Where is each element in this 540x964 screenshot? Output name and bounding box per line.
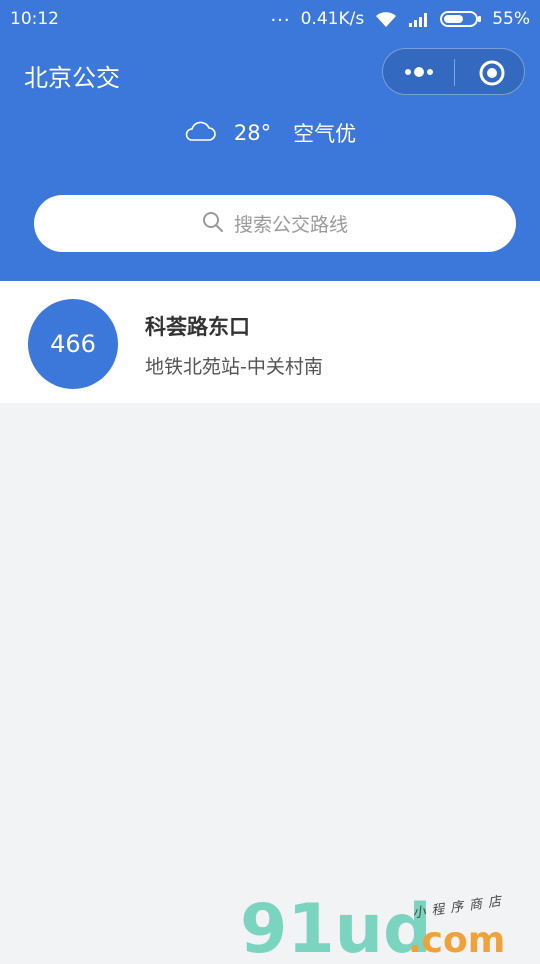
header: 10:12 ... 0.41K/s 55% 北京公交 28° 空气优 搜索公交路… [0,0,540,281]
network-speed: 0.41K/s [300,9,365,29]
search-placeholder: 搜索公交路线 [233,214,348,236]
status-bar: 10:12 ... 0.41K/s 55% [0,0,540,38]
battery-icon [440,10,482,28]
battery-level: 55% [492,9,530,29]
svg-text:.com: .com [408,920,505,960]
capsule-divider [454,59,455,86]
page-title: 北京公交 [24,64,120,92]
signal-icon [408,11,430,27]
status-time: 10:12 [10,9,59,29]
status-dots: ... [270,5,291,26]
cloud-icon [184,120,216,147]
miniprogram-capsule [382,48,525,95]
close-target-icon[interactable] [478,59,506,91]
weather-bar: 28° 空气优 [0,118,540,148]
search-icon [202,211,224,237]
route-stop-name: 科荟路东口 [145,315,250,339]
air-quality: 空气优 [293,122,357,146]
route-direction: 地铁北苑站-中关村南 [145,356,323,378]
svg-text:91ud: 91ud [240,890,432,960]
temperature: 28° [233,121,272,145]
status-right: ... 0.41K/s 55% [270,5,530,30]
route-list-item[interactable]: 466 科荟路东口 地铁北苑站-中关村南 [0,281,540,403]
more-icon[interactable] [403,63,435,85]
wifi-icon [374,10,398,28]
route-number-badge: 466 [28,299,118,389]
search-input[interactable]: 搜索公交路线 [34,195,516,252]
